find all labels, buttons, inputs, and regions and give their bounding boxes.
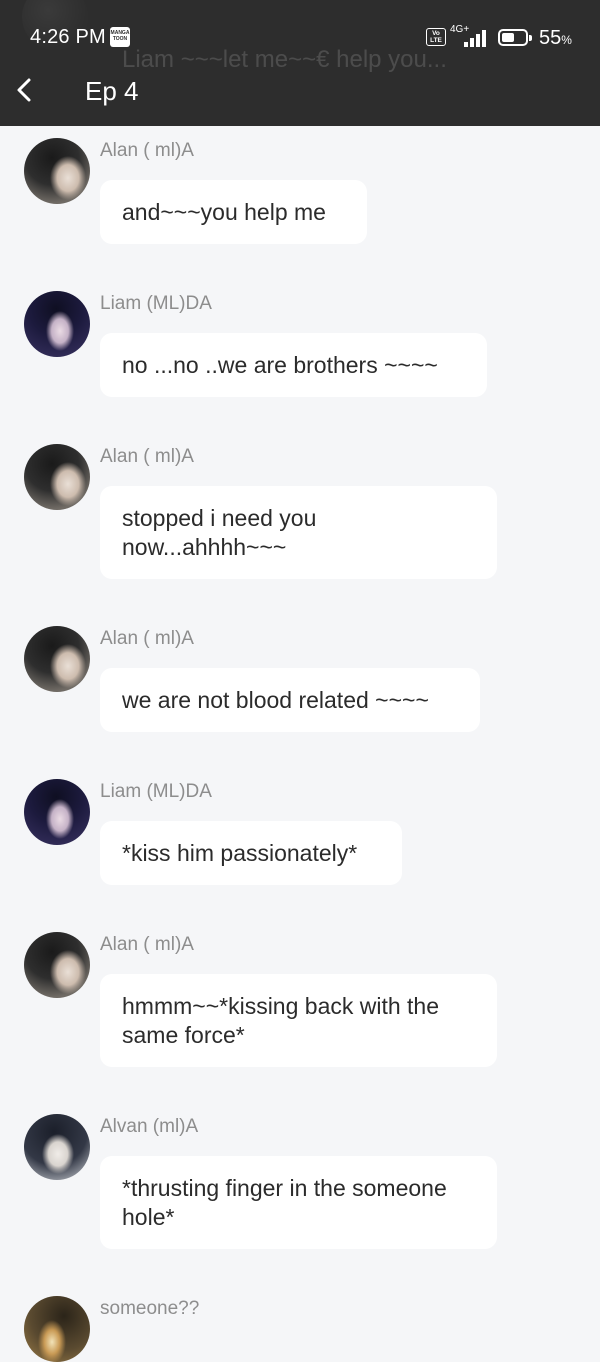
avatar[interactable]: [24, 291, 90, 357]
message-bubble[interactable]: *thrusting finger in the someone hole*: [100, 1156, 497, 1249]
battery-icon: [498, 29, 532, 46]
status-bar: 4:26 PM MANGA TOON Vo LTE 4G+ 55%: [0, 20, 600, 56]
avatar[interactable]: [24, 932, 90, 998]
battery-level: [502, 33, 514, 42]
sender-name: Liam (ML)DA: [100, 293, 212, 314]
app-header: Liam ~~~let me~~€ help you... 4:26 PM MA…: [0, 0, 600, 126]
avatar[interactable]: [24, 779, 90, 845]
avatar[interactable]: [24, 626, 90, 692]
sender-name: Alan ( ml)A: [100, 140, 194, 161]
sender-name: Alan ( ml)A: [100, 628, 194, 649]
status-time: 4:26 PM: [30, 26, 106, 48]
signal-icon: [464, 29, 490, 47]
message-bubble[interactable]: stopped i need you now...ahhhh~~~: [100, 486, 497, 579]
message-bubble[interactable]: and~~~you help me: [100, 180, 367, 244]
message-bubble[interactable]: we are not blood related ~~~~: [100, 668, 480, 732]
sender-name: someone??: [100, 1298, 200, 1319]
sender-name: Liam (ML)DA: [100, 781, 212, 802]
volte-icon: Vo LTE: [426, 28, 446, 46]
message-bubble[interactable]: hmmm~~*kissing back with the same force*: [100, 974, 497, 1067]
sender-name: Alvan (ml)A: [100, 1116, 199, 1137]
battery-percent: 55%: [539, 27, 572, 49]
message-bubble[interactable]: no ...no ..we are brothers ~~~~: [100, 333, 487, 397]
app-notification-icon: MANGA TOON: [110, 27, 130, 47]
sender-name: Alan ( ml)A: [100, 934, 194, 955]
avatar[interactable]: [24, 1114, 90, 1180]
avatar[interactable]: [24, 444, 90, 510]
back-button[interactable]: [10, 72, 42, 108]
avatar[interactable]: [24, 1296, 90, 1362]
avatar[interactable]: [24, 138, 90, 204]
page-title: Ep 4: [85, 76, 139, 106]
message-bubble[interactable]: *kiss him passionately*: [100, 821, 402, 885]
nav-bar: Ep 4: [0, 66, 600, 122]
sender-name: Alan ( ml)A: [100, 446, 194, 467]
chevron-left-icon: [17, 78, 31, 102]
